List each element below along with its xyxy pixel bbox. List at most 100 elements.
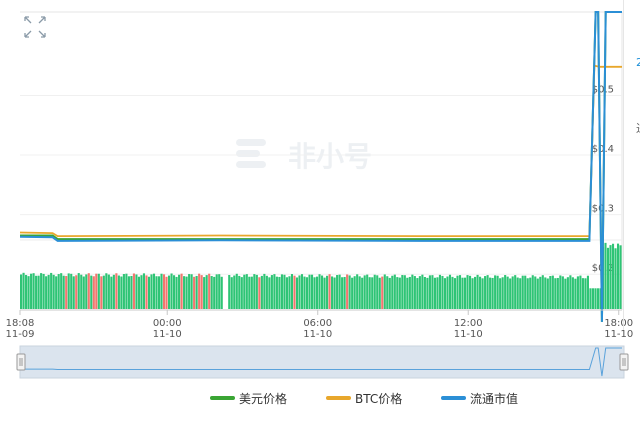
volume-bar [448,274,452,309]
volume-bar [373,274,376,309]
volume-bar [42,273,45,309]
volume-bar [278,276,281,309]
volume-bar [539,276,542,309]
legend-item-market-cap[interactable]: 流通市值 [441,388,518,408]
volume-bar [30,273,33,309]
volume-bar [456,275,459,309]
volume-bar [534,276,537,309]
volume-bar [481,278,484,309]
x-tick-date: 11-10 [604,329,633,340]
volume-bar [463,277,467,309]
volume-bar [82,276,85,309]
volume-bar [331,276,334,309]
volume-bar [574,278,577,309]
volume-bar [305,277,309,309]
volume-bar [596,288,600,309]
volume-bar [579,275,582,309]
volume-bar [323,277,326,309]
volume-bar [546,278,549,309]
volume-bar [220,276,223,309]
volume-bar [611,243,615,309]
legend-swatch [326,396,351,400]
chart-legend: 美元价格 BTC价格 流通市值 [0,388,640,408]
left-drag-handle-icon[interactable] [16,353,26,371]
volume-bar [130,275,133,309]
volume-bar [137,276,140,309]
volume-bar [165,276,168,309]
volume-bar [170,273,173,309]
volume-bar [381,276,384,309]
volume-bar [265,275,268,309]
volume-bar [576,276,579,309]
volume-bar [188,274,191,309]
volume-bar [461,277,464,309]
volume-bar [230,277,233,309]
volume-bar [52,274,55,309]
volume-bar [489,277,492,309]
volume-bar [509,278,512,309]
volume-bar [190,274,193,309]
right-panel-glyph-top[interactable]: 2 [636,56,640,69]
volume-bar [200,275,203,309]
volume-bar [308,274,311,309]
volume-bar [37,275,40,309]
volume-bar [529,277,532,309]
volume-bar [235,273,238,309]
volume-bar [418,276,421,309]
x-tick-time: 06:00 [303,318,332,329]
volume-bar [205,275,208,309]
volume-bar [157,276,161,309]
volume-bar [564,278,567,309]
volume-bar [260,275,263,309]
volume-bar [403,275,406,309]
volume-bar [421,274,424,309]
expand-arrows-icon[interactable] [22,14,48,40]
volume-bar [541,275,544,309]
volume-bar [368,277,371,309]
volume-bar [328,274,331,309]
volume-bar [496,275,499,309]
volume-bar [167,275,171,309]
volume-bar [554,278,557,309]
volume-bar [110,276,113,309]
right-drag-handle-icon[interactable] [619,353,629,371]
volume-bar [65,275,68,309]
volume-bar [90,275,93,309]
volume-bar [451,276,454,309]
volume-bar [504,275,507,309]
price-chart: 非小号 $0.2$0.3$0.4$0.5 18:0811-0900:0011-1… [5,11,633,379]
volume-bar [581,278,584,309]
volume-bar [343,276,346,309]
volume-bar [80,274,83,309]
volume-bar [366,274,369,309]
volume-bar [466,275,469,309]
volume-bar [85,274,88,309]
right-panel-glyph-bottom[interactable]: 进 [636,120,640,136]
volume-bar [569,275,572,309]
volume-bar [511,276,514,309]
range-navigator[interactable] [16,345,629,379]
legend-item-btc-price[interactable]: BTC价格 [326,388,402,408]
volume-bar [318,274,321,309]
volume-bar [313,277,316,309]
legend-label: 美元价格 [239,391,288,406]
x-tick-date: 11-09 [5,329,34,340]
volume-bar [203,277,206,309]
volume-bar [363,275,366,309]
volume-bar [62,275,65,309]
volume-bar [571,277,574,309]
volume-bar [55,276,58,309]
volume-bar [185,276,188,309]
x-tick-date: 11-10 [153,329,182,340]
volume-bar [100,276,103,309]
volume-bar [255,274,258,309]
volume-bar [549,276,552,309]
volume-bar [175,276,178,309]
volume-bar [290,274,294,309]
volume-bar [47,274,50,309]
volume-bar [443,278,447,309]
legend-item-usd-price[interactable]: 美元价格 [210,388,287,408]
volume-bar [245,274,248,309]
volume-bar [173,275,176,309]
volume-bar [561,276,564,309]
